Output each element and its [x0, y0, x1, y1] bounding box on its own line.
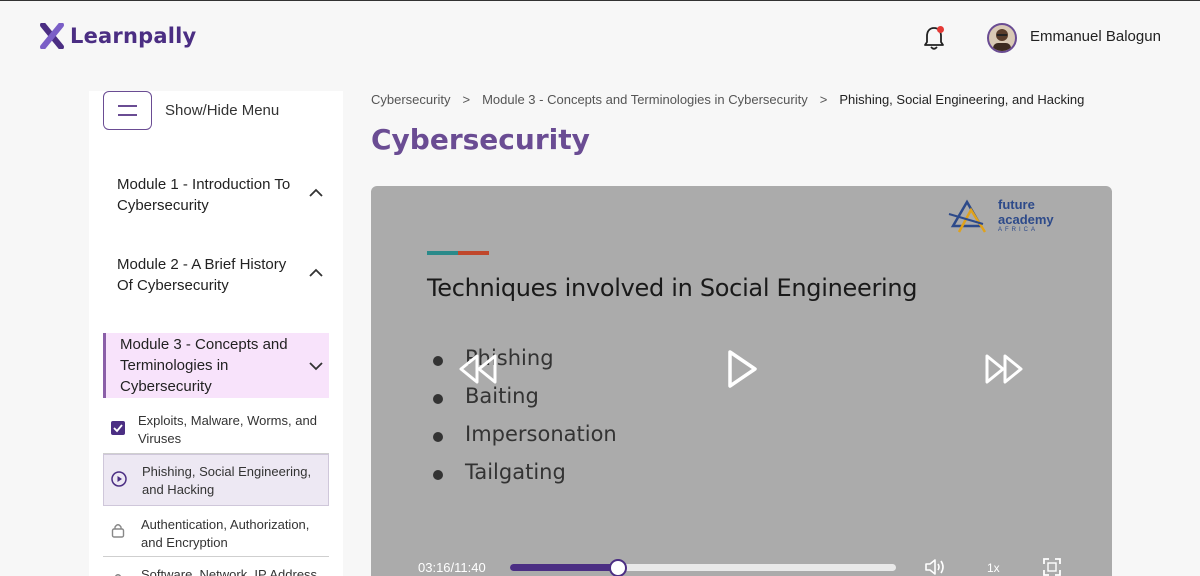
sidebar-module-2[interactable]: Module 2 - A Brief History Of Cybersecur… [103, 254, 329, 298]
logo-text: Learnpally [70, 24, 197, 48]
sidebar-module-1[interactable]: Module 1 - Introduction To Cybersecurity [103, 174, 329, 218]
brand-name: future academy [998, 197, 1054, 227]
video-player[interactable]: future academy AFRICA Techniques involve… [371, 186, 1112, 576]
slide-accent-bar [427, 251, 489, 255]
lesson-item-current[interactable]: Phishing, Social Engineering, and Hackin… [103, 454, 329, 506]
breadcrumb-separator: > [462, 92, 471, 107]
app-logo[interactable]: Learnpally [40, 23, 196, 49]
breadcrumb-item-module[interactable]: Module 3 - Concepts and Terminologies in… [482, 92, 808, 107]
brand-line1: future [998, 197, 1035, 212]
fast-forward-icon[interactable] [983, 352, 1025, 386]
brand-line2: academy [998, 212, 1054, 227]
chevron-down-icon [309, 362, 323, 371]
video-progress-thumb[interactable] [609, 559, 628, 576]
lesson-item-locked[interactable]: Authentication, Authorization, and Encry… [103, 514, 329, 556]
lesson-divider [103, 556, 329, 557]
brand-subtitle: AFRICA [998, 227, 1039, 233]
course-sidebar: Show/Hide Menu Module 1 - Introduction T… [89, 91, 343, 576]
module-label: Module 1 - Introduction To Cybersecurity [117, 176, 291, 214]
rewind-icon[interactable] [457, 352, 499, 386]
breadcrumb-separator: > [819, 92, 828, 107]
lock-icon [111, 524, 125, 538]
fullscreen-icon[interactable] [1043, 558, 1061, 576]
lesson-item-completed[interactable]: Exploits, Malware, Worms, and Viruses [103, 412, 329, 452]
top-header: Learnpally Emmanuel Balogun [0, 1, 1200, 73]
lesson-label: Software, Network, IP Address [141, 567, 318, 576]
play-circle-icon [111, 471, 127, 487]
learnpally-logo-icon [40, 23, 64, 49]
video-time-display: 03:16/11:40 [418, 560, 486, 575]
chevron-up-icon [309, 268, 323, 277]
lesson-label: Phishing, Social Engineering, and Hackin… [142, 464, 312, 497]
lock-icon [114, 574, 122, 576]
module-label: Module 2 - A Brief History Of Cybersecur… [117, 256, 287, 294]
module-label: Module 3 - Concepts and Terminologies in… [120, 336, 288, 395]
sidebar-module-3[interactable]: Module 3 - Concepts and Terminologies in… [103, 333, 329, 398]
page-title: Cybersecurity [371, 123, 590, 156]
lesson-label: Authentication, Authorization, and Encry… [141, 517, 310, 550]
slide-title: Techniques involved in Social Engineerin… [427, 274, 918, 302]
breadcrumb: Cybersecurity > Module 3 - Concepts and … [371, 92, 1084, 107]
user-avatar[interactable] [987, 23, 1017, 53]
notification-dot [937, 26, 944, 33]
breadcrumb-item-course[interactable]: Cybersecurity [371, 92, 450, 107]
lesson-label: Exploits, Malware, Worms, and Viruses [138, 413, 317, 446]
video-progress-fill [510, 564, 619, 571]
chevron-up-icon [309, 188, 323, 197]
volume-icon[interactable] [924, 558, 946, 576]
playback-speed-button[interactable]: 1x [987, 561, 1000, 575]
user-name[interactable]: Emmanuel Balogun [1030, 28, 1161, 45]
lesson-item-locked[interactable]: Software, Network, IP Address [103, 564, 329, 576]
play-icon[interactable] [726, 349, 758, 389]
avatar-image-icon [993, 29, 1011, 51]
breadcrumb-item-current: Phishing, Social Engineering, and Hackin… [839, 92, 1085, 107]
video-progress-bar[interactable] [510, 559, 896, 576]
show-hide-menu-label: Show/Hide Menu [165, 102, 280, 119]
checkbox-checked-icon [111, 421, 125, 435]
show-hide-menu-button[interactable] [103, 91, 152, 130]
